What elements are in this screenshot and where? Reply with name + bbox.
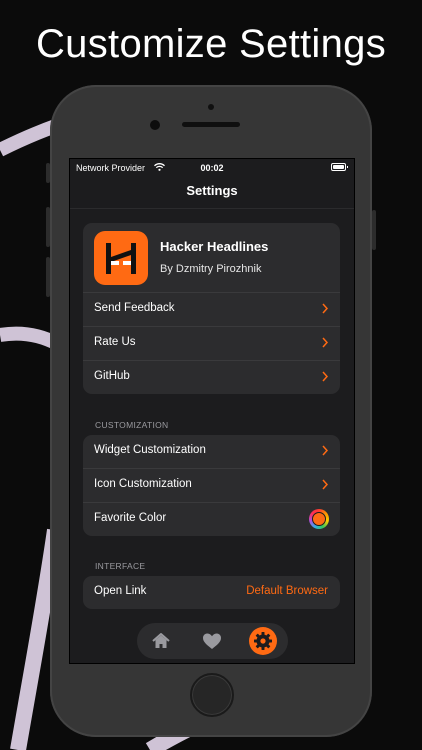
row-label: Favorite Color	[94, 512, 167, 524]
status-time: 00:02	[200, 163, 224, 173]
app-info-header: Hacker Headlines By Dzmitry Pirozhnik	[83, 223, 340, 293]
chevron-right-icon	[322, 371, 328, 382]
row-label: Icon Customization	[94, 478, 192, 490]
tab-home[interactable]	[147, 627, 175, 655]
interface-card: Open Link Default Browser	[83, 576, 340, 609]
chevron-right-icon	[322, 445, 328, 456]
about-card: Hacker Headlines By Dzmitry Pirozhnik Se…	[83, 223, 340, 394]
customization-card: Widget Customization Icon Customization …	[83, 435, 340, 536]
interface-section-header: INTERFACE	[95, 561, 146, 571]
customization-section-header: CUSTOMIZATION	[95, 420, 169, 430]
row-label: Open Link	[94, 585, 147, 597]
phone-screen: Network Provider 00:02 Settings Hacker H…	[69, 158, 355, 664]
rate-us-row[interactable]: Rate Us	[83, 327, 340, 361]
heart-icon	[203, 633, 221, 649]
favorite-color-row[interactable]: Favorite Color	[83, 503, 340, 536]
earpiece-speaker	[182, 122, 240, 127]
app-name: Hacker Headlines	[160, 239, 269, 254]
tab-favorites[interactable]	[198, 627, 226, 655]
side-button-power	[372, 210, 376, 250]
icon-customization-row[interactable]: Icon Customization	[83, 469, 340, 503]
row-label: GitHub	[94, 370, 130, 382]
chevron-right-icon	[322, 479, 328, 490]
front-camera	[150, 120, 160, 130]
gear-icon	[254, 632, 272, 650]
nav-divider	[70, 208, 354, 209]
nav-title: Settings	[186, 183, 238, 198]
page-headline: Customize Settings	[36, 22, 386, 66]
open-link-value: Default Browser	[246, 585, 328, 597]
battery-icon	[331, 163, 348, 171]
app-author: By Dzmitry Pirozhnik	[160, 263, 262, 275]
github-row[interactable]: GitHub	[83, 361, 340, 394]
row-label: Widget Customization	[94, 444, 206, 456]
tab-bar	[137, 623, 288, 659]
open-link-row[interactable]: Open Link Default Browser	[83, 576, 340, 609]
row-label: Rate Us	[94, 336, 136, 348]
side-button-volume-up	[46, 207, 50, 247]
proximity-sensor	[208, 104, 214, 110]
widget-customization-row[interactable]: Widget Customization	[83, 435, 340, 469]
app-logo-icon	[94, 231, 148, 285]
status-bar: Network Provider 00:02	[70, 159, 354, 177]
side-button-volume-down	[46, 257, 50, 297]
chevron-right-icon	[322, 337, 328, 348]
tab-settings[interactable]	[249, 627, 277, 655]
side-button-mute	[46, 163, 50, 183]
home-button[interactable]	[190, 673, 234, 717]
send-feedback-row[interactable]: Send Feedback	[83, 293, 340, 327]
house-icon	[152, 633, 170, 648]
color-swatch	[312, 512, 326, 526]
color-well[interactable]	[309, 509, 329, 529]
chevron-right-icon	[322, 303, 328, 314]
row-label: Send Feedback	[94, 302, 175, 314]
